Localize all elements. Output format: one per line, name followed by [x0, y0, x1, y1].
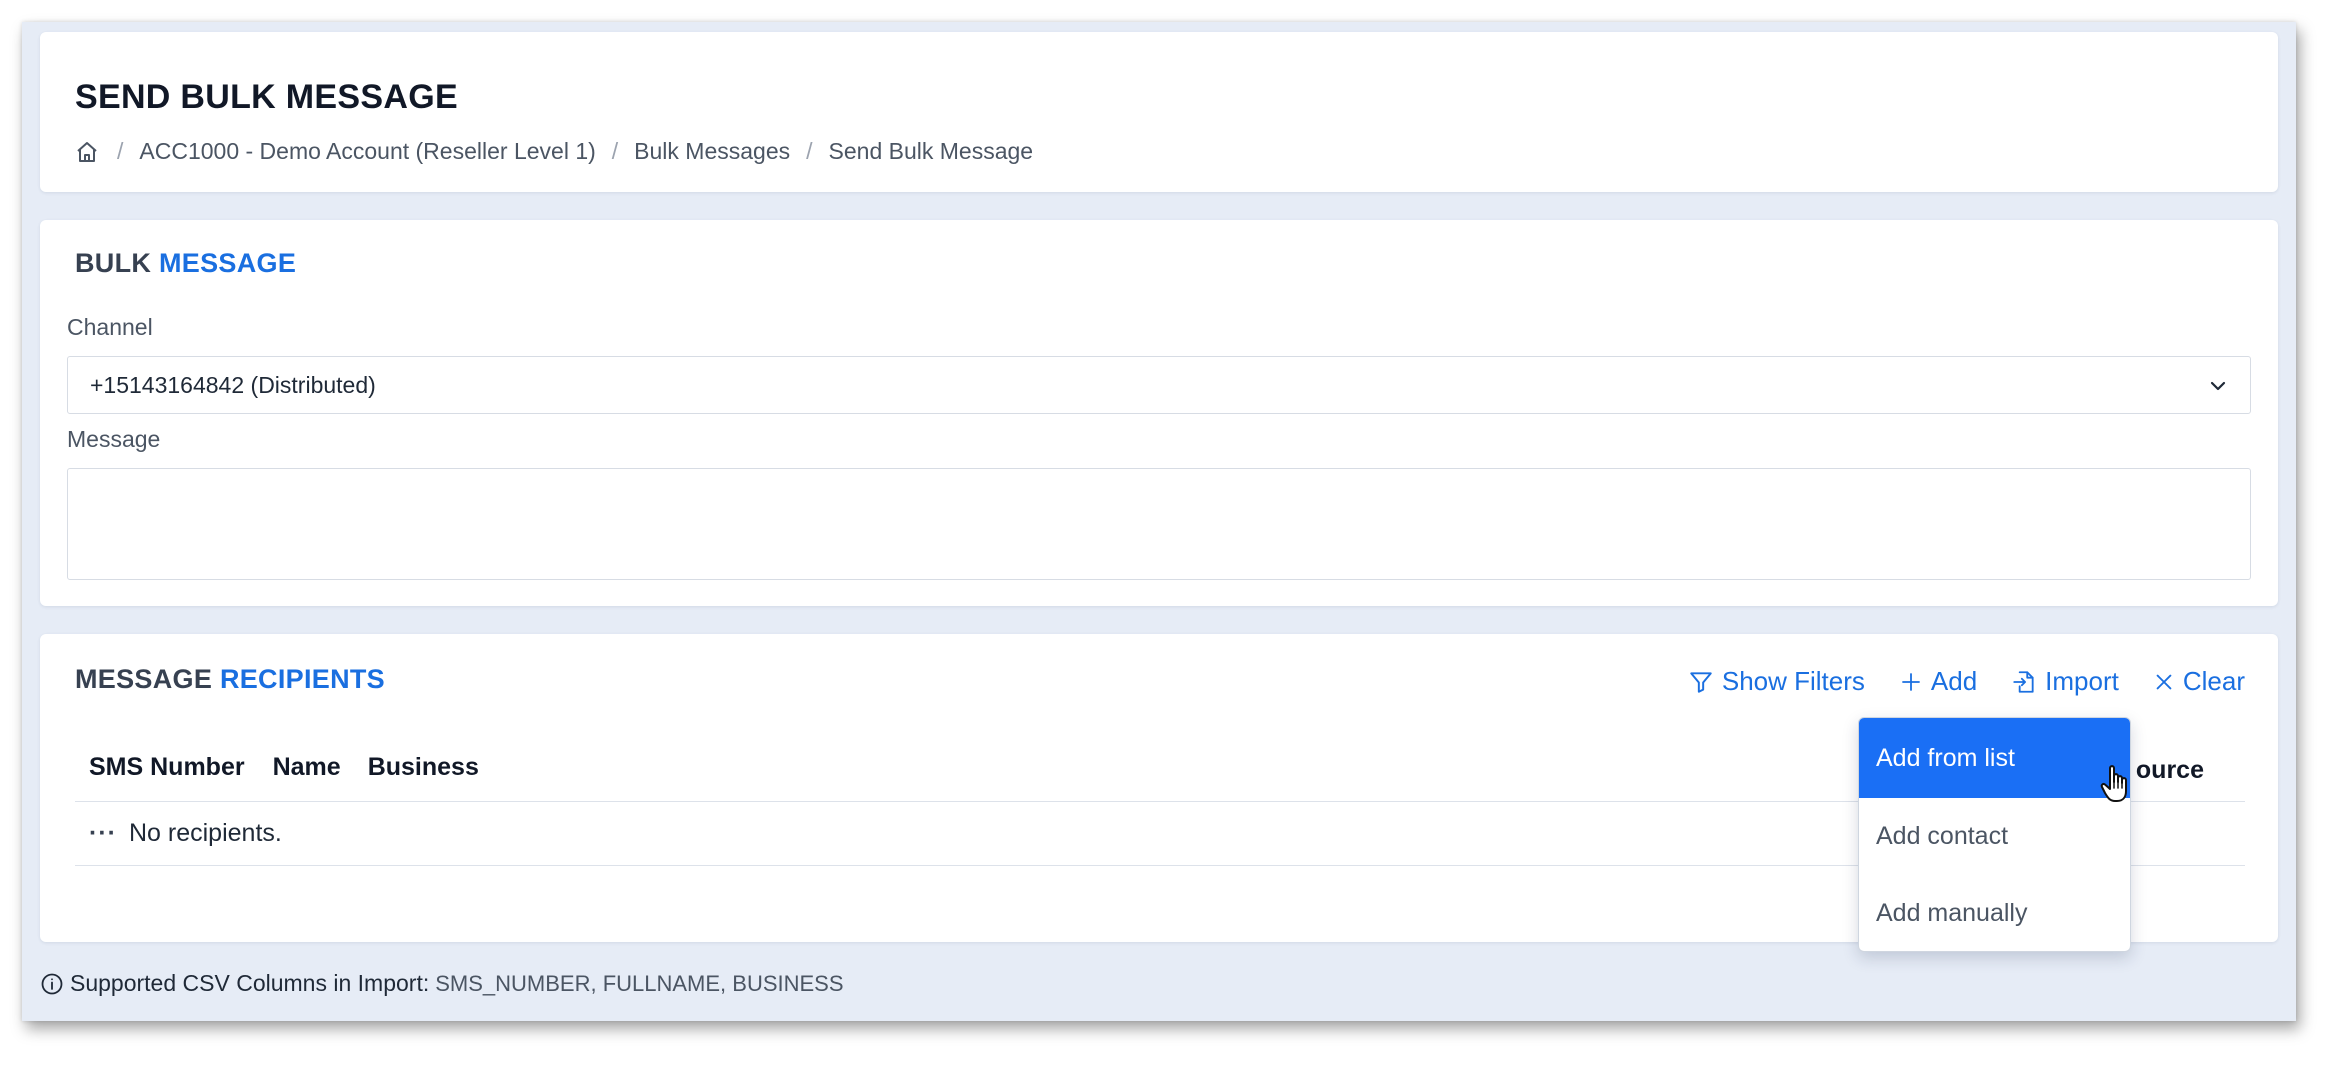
- app-window: SEND BULK MESSAGE / ACC1000 - Demo Accou…: [22, 22, 2296, 1021]
- breadcrumb-separator: /: [806, 138, 813, 164]
- bulk-message-title-part1: BULK: [75, 248, 152, 278]
- empty-state-text: No recipients.: [129, 819, 282, 847]
- recipients-toolbar: Show Filters Add Import Clear: [1654, 666, 2245, 697]
- add-button[interactable]: Add: [1899, 666, 1977, 697]
- plus-icon: [1902, 672, 1920, 691]
- channel-select[interactable]: +15143164842 (Distributed): [67, 356, 2251, 414]
- recipients-title: MESSAGE RECIPIENTS: [75, 664, 385, 695]
- add-label: Add: [1930, 666, 1978, 696]
- breadcrumb-separator: /: [117, 138, 124, 164]
- add-contact-item[interactable]: Add contact: [1859, 798, 2130, 875]
- message-textarea[interactable]: [67, 468, 2251, 580]
- breadcrumb-current: Send Bulk Message: [828, 138, 1034, 164]
- column-header-name[interactable]: Name: [245, 753, 341, 782]
- breadcrumb-separator: /: [611, 138, 619, 164]
- page-title: SEND BULK MESSAGE: [75, 78, 458, 116]
- channel-label: Channel: [67, 314, 153, 340]
- chevron-down-icon: [2210, 381, 2226, 391]
- home-icon[interactable]: [75, 139, 101, 165]
- import-button[interactable]: Import: [2011, 666, 2119, 697]
- bulk-message-title: BULK MESSAGE: [75, 248, 296, 279]
- breadcrumb-bulk-messages[interactable]: Bulk Messages: [634, 138, 790, 165]
- recipients-title-part1: MESSAGE: [75, 664, 213, 694]
- message-label: Message: [67, 426, 161, 452]
- csv-columns-value: SMS_NUMBER, FULLNAME, BUSINESS: [435, 970, 844, 996]
- add-dropdown-menu: Add from list Add contact Add manually: [1858, 717, 2131, 952]
- add-manually-item[interactable]: Add manually: [1859, 875, 2130, 951]
- column-header-business[interactable]: Business: [341, 753, 479, 782]
- filter-icon: [1690, 671, 1712, 693]
- bulk-message-card: BULK MESSAGE Channel +15143164842 (Distr…: [40, 220, 2278, 606]
- csv-columns-label: Supported CSV Columns in Import:: [70, 970, 430, 996]
- import-file-icon: [2013, 670, 2034, 693]
- hand-cursor-icon: [2100, 765, 2127, 802]
- import-label: Import: [2045, 666, 2119, 696]
- csv-columns-note: Supported CSV Columns in Import: SMS_NUM…: [40, 970, 844, 997]
- page-header-card: SEND BULK MESSAGE / ACC1000 - Demo Accou…: [40, 32, 2278, 192]
- bulk-message-title-part2: MESSAGE: [159, 248, 297, 278]
- channel-select-value: +15143164842 (Distributed): [90, 371, 376, 398]
- column-header-sms-number[interactable]: SMS Number: [75, 753, 245, 782]
- column-header-source[interactable]: ource: [2136, 756, 2204, 785]
- row-actions-icon[interactable]: ···: [75, 819, 129, 848]
- show-filters-label: Show Filters: [1721, 666, 1865, 696]
- clear-button[interactable]: Clear: [2153, 666, 2245, 697]
- show-filters-button[interactable]: Show Filters: [1688, 666, 1865, 697]
- add-from-list-item[interactable]: Add from list: [1859, 718, 2130, 798]
- breadcrumb: / ACC1000 - Demo Account (Reseller Level…: [75, 138, 1033, 165]
- breadcrumb-account[interactable]: ACC1000 - Demo Account (Reseller Level 1…: [139, 138, 595, 165]
- clear-label: Clear: [2182, 666, 2245, 696]
- recipients-title-part2: RECIPIENTS: [219, 664, 385, 694]
- close-icon: [2156, 674, 2172, 689]
- info-icon: [41, 973, 63, 994]
